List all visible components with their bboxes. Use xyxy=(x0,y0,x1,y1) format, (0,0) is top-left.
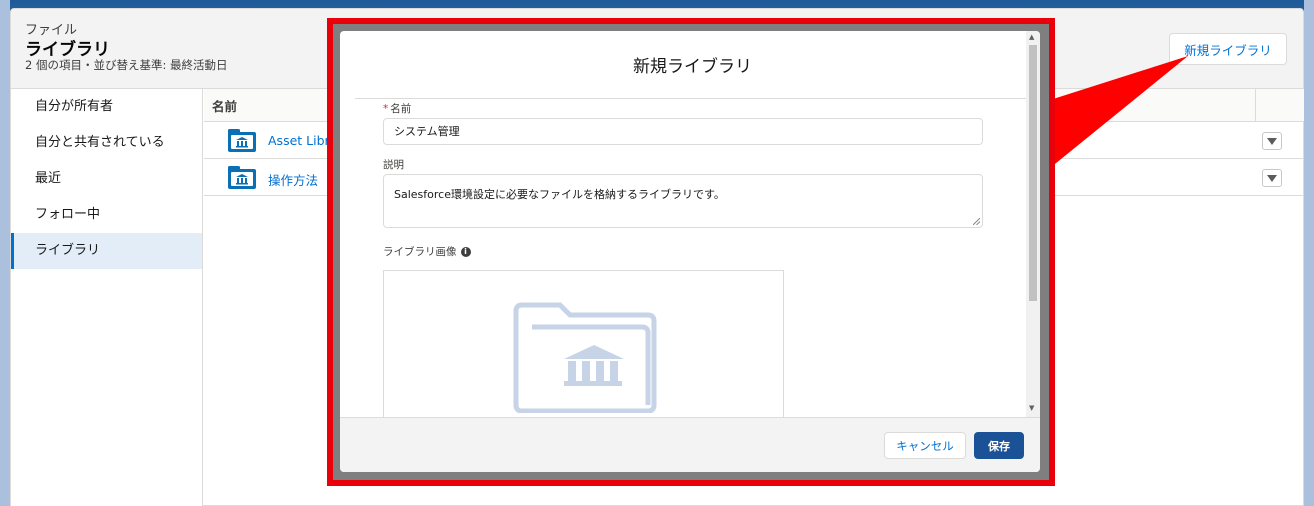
info-icon[interactable]: i xyxy=(460,247,471,257)
name-label-text: 名前 xyxy=(390,103,412,115)
new-library-modal: 新規ライブラリ * 名前 システム管理 説明 Salesforce環境設定に必要な… xyxy=(340,31,1040,472)
library-image-label: ライブラリ画像 i xyxy=(383,244,471,259)
library-image-label-text: ライブラリ画像 xyxy=(383,246,457,258)
name-field-label: * 名前 xyxy=(383,101,411,116)
save-button[interactable]: 保存 xyxy=(974,432,1024,459)
description-text: Salesforce環境設定に必要なファイルを格納するライブラリです。 xyxy=(394,188,725,201)
description-textarea[interactable]: Salesforce環境設定に必要なファイルを格納するライブラリです。 xyxy=(383,174,983,228)
cancel-button[interactable]: キャンセル xyxy=(884,432,966,459)
scroll-down-icon[interactable]: ▼ xyxy=(1029,404,1034,412)
library-placeholder-icon xyxy=(513,302,657,413)
description-label: 説明 xyxy=(383,159,404,171)
modal-title: 新規ライブラリ xyxy=(355,31,1030,99)
scroll-up-icon[interactable]: ▲ xyxy=(1029,33,1034,41)
required-mark: * xyxy=(383,103,389,115)
name-input[interactable]: システム管理 xyxy=(383,118,983,145)
modal-footer: キャンセル 保存 xyxy=(340,417,1040,472)
library-image-dropzone[interactable] xyxy=(383,270,784,430)
scrollbar-thumb[interactable] xyxy=(1029,45,1037,301)
modal-scrollbar[interactable]: ▲ ▼ xyxy=(1026,31,1040,417)
resize-handle-icon[interactable] xyxy=(973,218,980,225)
